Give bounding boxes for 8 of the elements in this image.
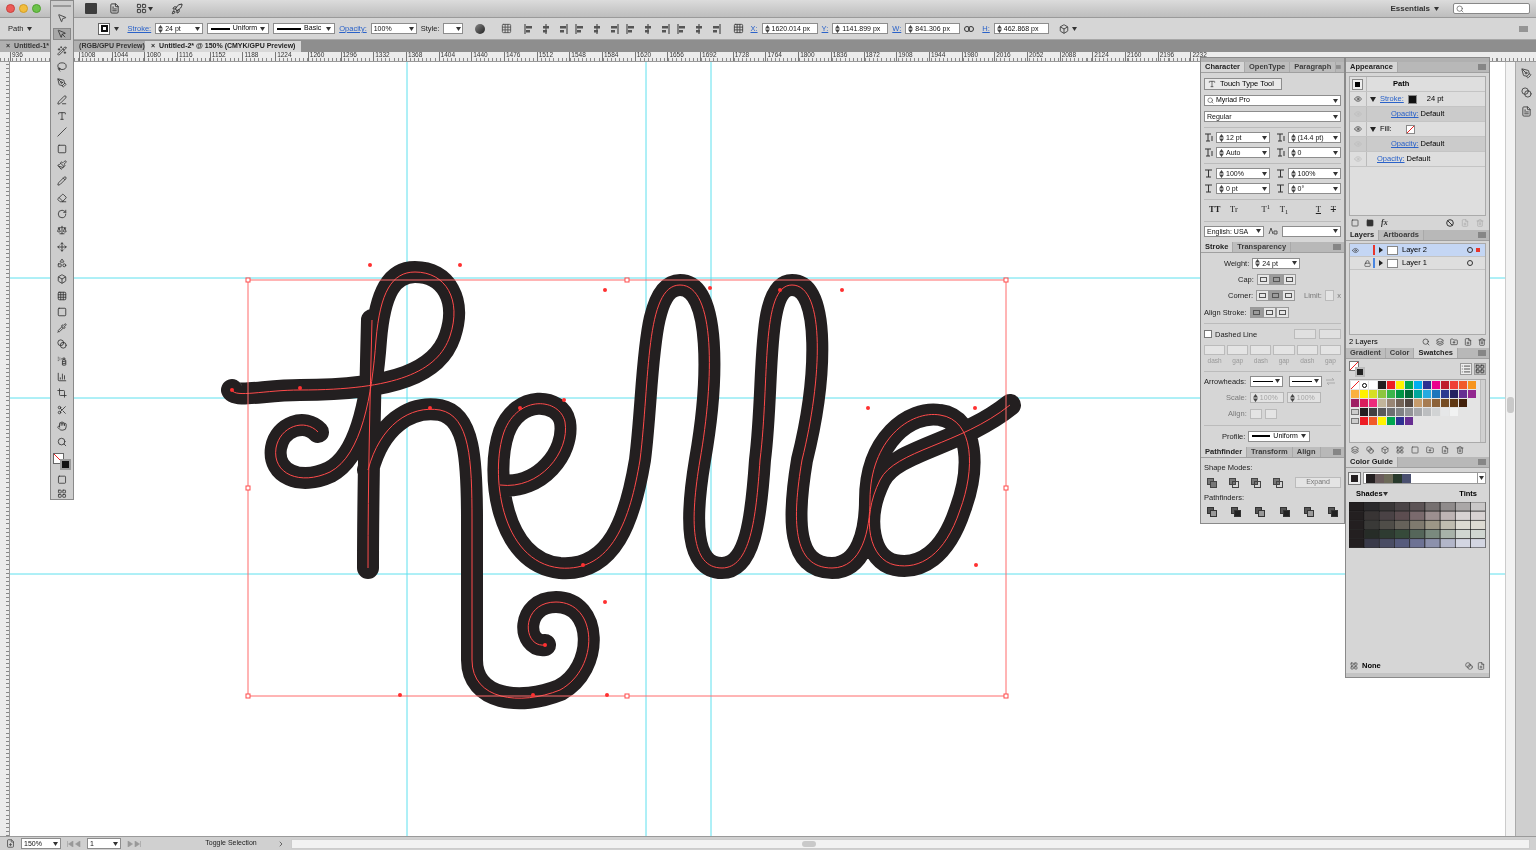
type-style-button[interactable]: T	[1328, 203, 1338, 216]
type-style-button[interactable]: T$^{1}$	[1259, 203, 1272, 216]
workspace-menu[interactable]: Essentials	[1390, 2, 1439, 15]
type-style-button[interactable]: Tr	[1228, 203, 1240, 216]
effects-icon[interactable]: fx	[1381, 217, 1388, 229]
type-style-button[interactable]: T$_{1}$	[1277, 203, 1291, 216]
type-style-button[interactable]: TT	[1207, 203, 1223, 216]
type-style-button[interactable]: T	[1313, 203, 1323, 216]
